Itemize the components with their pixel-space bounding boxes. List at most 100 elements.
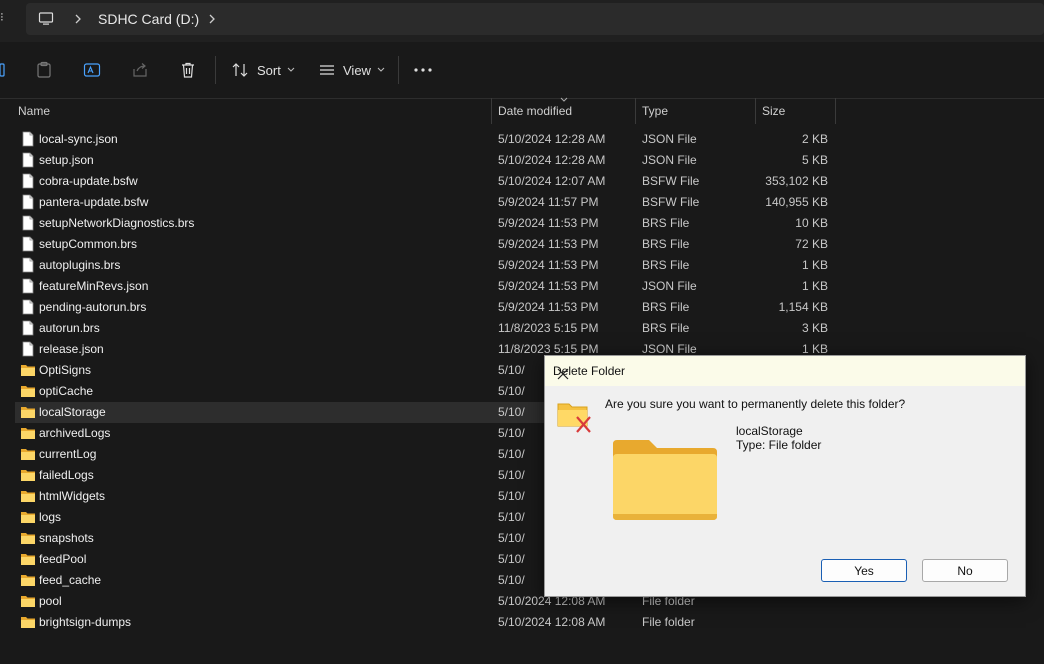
command-bar: Sort View	[0, 42, 1044, 99]
row-name: featureMinRevs.json	[39, 279, 149, 293]
delete-folder-icon	[557, 400, 593, 439]
column-divider[interactable]	[755, 98, 756, 124]
file-row[interactable]: pantera-update.bsfw 5/9/2024 11:57 PM BSFW…	[15, 192, 840, 213]
file-row[interactable]: setupCommon.brs 5/9/2024 11:53 PM BRS File…	[15, 234, 840, 255]
row-type: BRS File	[642, 321, 690, 335]
row-name: cobra-update.bsfw	[39, 174, 138, 188]
file-row[interactable]: featureMinRevs.json 5/9/2024 11:53 PM JSON…	[15, 276, 840, 297]
column-header-name[interactable]: Name	[18, 98, 50, 124]
file-icon	[20, 152, 36, 168]
folder-preview-icon	[611, 438, 719, 527]
file-row[interactable]: cobra-update.bsfw 5/10/2024 12:07 AM BSFW …	[15, 171, 840, 192]
row-name: release.json	[39, 342, 104, 356]
row-name: feed_cache	[39, 573, 102, 587]
row-name: logs	[39, 510, 62, 524]
row-name: currentLog	[39, 447, 97, 461]
row-date: 5/9/2024 11:53 PM	[498, 300, 599, 314]
row-name: archivedLogs	[39, 426, 111, 440]
file-icon	[20, 278, 36, 294]
row-name: failedLogs	[39, 468, 94, 482]
row-date: 5/9/2024 11:53 PM	[498, 237, 599, 251]
more-options-button[interactable]	[413, 59, 433, 81]
delete-icon[interactable]	[179, 59, 197, 81]
file-row[interactable]: local-sync.json 5/10/2024 12:28 AM JSON Fi…	[15, 129, 840, 150]
view-button[interactable]: View	[318, 59, 387, 81]
rename-icon[interactable]	[83, 59, 101, 81]
row-date: 5/10/	[498, 468, 525, 482]
column-header-date[interactable]: Date modified	[498, 98, 572, 124]
breadcrumb-drive[interactable]: SDHC Card (D:)	[98, 11, 199, 27]
folder-icon	[20, 551, 36, 567]
close-icon	[557, 368, 569, 380]
row-size: 10 KB	[795, 216, 828, 230]
row-name: OptiSigns	[39, 363, 92, 377]
row-type: BSFW File	[642, 195, 700, 209]
address-bar[interactable]: SDHC Card (D:)	[26, 3, 1044, 35]
row-size: 1 KB	[801, 279, 828, 293]
this-pc-icon[interactable]	[38, 11, 54, 32]
row-type: JSON File	[642, 279, 697, 293]
column-divider[interactable]	[491, 98, 492, 124]
dialog-title-bar[interactable]: Delete Folder	[545, 356, 1025, 386]
row-date: 11/8/2023 5:15 PM	[498, 321, 599, 335]
file-icon	[20, 320, 36, 336]
column-divider[interactable]	[635, 98, 636, 124]
file-row[interactable]: autoplugins.brs 5/9/2024 11:53 PM BRS File…	[15, 255, 840, 276]
row-type: File folder	[642, 615, 695, 629]
close-button[interactable]	[553, 364, 573, 384]
row-date: 5/10/	[498, 405, 525, 419]
sort-label: Sort	[257, 62, 281, 78]
row-type: JSON File	[642, 132, 697, 146]
no-button[interactable]: No	[922, 559, 1008, 582]
row-type: BRS File	[642, 300, 690, 314]
column-header-size[interactable]: Size	[762, 98, 785, 124]
file-row[interactable]: setup.json 5/10/2024 12:28 AM JSON File 5 K…	[15, 150, 840, 171]
row-date: 5/10/	[498, 489, 525, 503]
folder-icon	[20, 467, 36, 483]
column-header-type[interactable]: Type	[642, 98, 668, 124]
chevron-right-icon[interactable]	[72, 12, 84, 31]
row-date: 5/10/2024 12:07 AM	[498, 174, 606, 188]
folder-row[interactable]: brightsign-dumps 5/10/2024 12:08 AM File f…	[15, 612, 840, 633]
file-row[interactable]: setupNetworkDiagnostics.brs 5/9/2024 11:5…	[15, 213, 840, 234]
row-date: 5/9/2024 11:57 PM	[498, 195, 599, 209]
new-icon[interactable]	[0, 59, 6, 81]
yes-button[interactable]: Yes	[821, 559, 907, 582]
row-date: 5/10/2024 12:28 AM	[498, 153, 606, 167]
column-headers: Name Date modified Type Size	[0, 97, 1044, 124]
file-icon	[20, 236, 36, 252]
row-date: 5/10/	[498, 531, 525, 545]
row-name: optiCache	[39, 384, 94, 398]
file-icon	[20, 299, 36, 315]
row-size: 72 KB	[795, 237, 828, 251]
folder-icon	[20, 425, 36, 441]
share-icon[interactable]	[131, 59, 149, 81]
folder-icon	[20, 614, 36, 630]
chevron-right-icon[interactable]	[206, 12, 218, 31]
row-date: 5/10/2024 12:28 AM	[498, 132, 606, 146]
paste-icon[interactable]	[35, 59, 53, 81]
row-size: 140,955 KB	[765, 195, 828, 209]
file-icon	[20, 131, 36, 147]
row-name: autorun.brs	[39, 321, 100, 335]
folder-icon	[20, 362, 36, 378]
sort-icon	[232, 63, 248, 77]
row-date: 5/10/2024 12:08 AM	[498, 615, 606, 629]
address-bar-area: ⁝ SDHC Card (D:)	[0, 0, 1044, 42]
row-date: 5/10/	[498, 384, 525, 398]
more-icon	[414, 68, 432, 72]
row-name: setup.json	[39, 153, 94, 167]
sort-button[interactable]: Sort	[231, 59, 297, 81]
row-name: brightsign-dumps	[39, 615, 132, 629]
row-type: BRS File	[642, 237, 690, 251]
row-name: local-sync.json	[39, 132, 118, 146]
row-date: 5/10/	[498, 426, 525, 440]
column-divider[interactable]	[835, 98, 836, 124]
row-name: feedPool	[39, 552, 87, 566]
toolbar-divider	[398, 56, 399, 84]
file-row[interactable]: pending-autorun.brs 5/9/2024 11:53 PM BRS …	[15, 297, 840, 318]
row-name: pending-autorun.brs	[39, 300, 147, 314]
file-icon	[20, 257, 36, 273]
file-row[interactable]: autorun.brs 11/8/2023 5:15 PM BRS File 3 KB	[15, 318, 840, 339]
row-size: 5 KB	[801, 153, 828, 167]
